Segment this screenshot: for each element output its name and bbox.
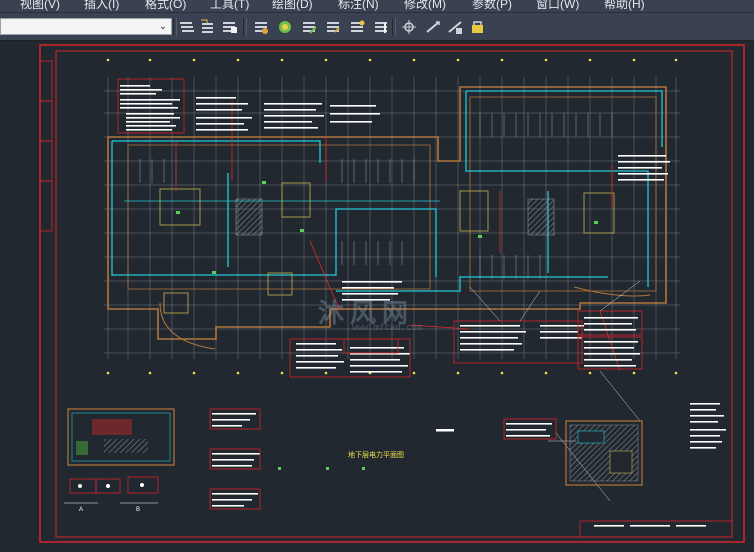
layer-properties-icon[interactable] [178,18,196,36]
title-block [579,520,733,538]
parking-bays [139,113,613,279]
toolbar: ⌄ [0,13,754,41]
layer-lock-icon[interactable] [324,18,342,36]
menu-tools[interactable]: 工具(T) [210,0,249,11]
menu-modify[interactable]: 修改(M) [404,0,446,11]
plan-title: 地下层电力平面图 [348,452,404,459]
layer-state-icon[interactable] [199,18,217,36]
menu-format[interactable]: 格式(O) [145,0,186,11]
menu-draw[interactable]: 绘图(D) [272,0,313,11]
binding-margin [39,60,53,232]
layer-walk-icon[interactable] [372,18,390,36]
menu-insert[interactable]: 插入(I) [84,0,119,11]
chevron-down-icon[interactable]: ⌄ [156,19,170,34]
detail-a-b: A B [64,476,159,513]
multileader-icon[interactable] [468,18,486,36]
menu-view[interactable]: 视图(V) [20,0,60,11]
layer-match-icon[interactable] [348,18,366,36]
layer-previous-icon[interactable] [220,18,238,36]
layer-combo[interactable]: ⌄ [0,18,172,35]
menu-window[interactable]: 窗口(W) [536,0,579,11]
watermark-url: www.mfcad.com [352,323,423,333]
layer-isolate-icon[interactable] [252,18,270,36]
svg-text:B: B [136,507,140,513]
detail-plan-right [565,420,643,486]
table-style-icon[interactable] [446,18,464,36]
toolbar-separator [392,18,396,36]
drawing-canvas[interactable]: A B 沐风网 www.mfcad.com 地下层电力平面图 [0,41,754,547]
menu-dimension[interactable]: 标注(N) [338,0,379,11]
cable-trays [111,90,663,292]
detail-plan-left [67,408,175,466]
text-style-icon[interactable] [424,18,442,36]
svg-text:A: A [79,507,83,513]
menu-parametric[interactable]: 参数(P) [472,0,512,11]
toolbar-separator [173,18,177,36]
menu-bar: 视图(V) 插入(I) 格式(O) 工具(T) 绘图(D) 标注(N) 修改(M… [0,0,754,13]
layer-off-icon[interactable] [276,18,294,36]
toolbar-separator [243,18,247,36]
dimension-icon[interactable] [400,18,418,36]
layer-freeze-icon[interactable] [300,18,318,36]
menu-help[interactable]: 帮助(H) [604,0,645,11]
